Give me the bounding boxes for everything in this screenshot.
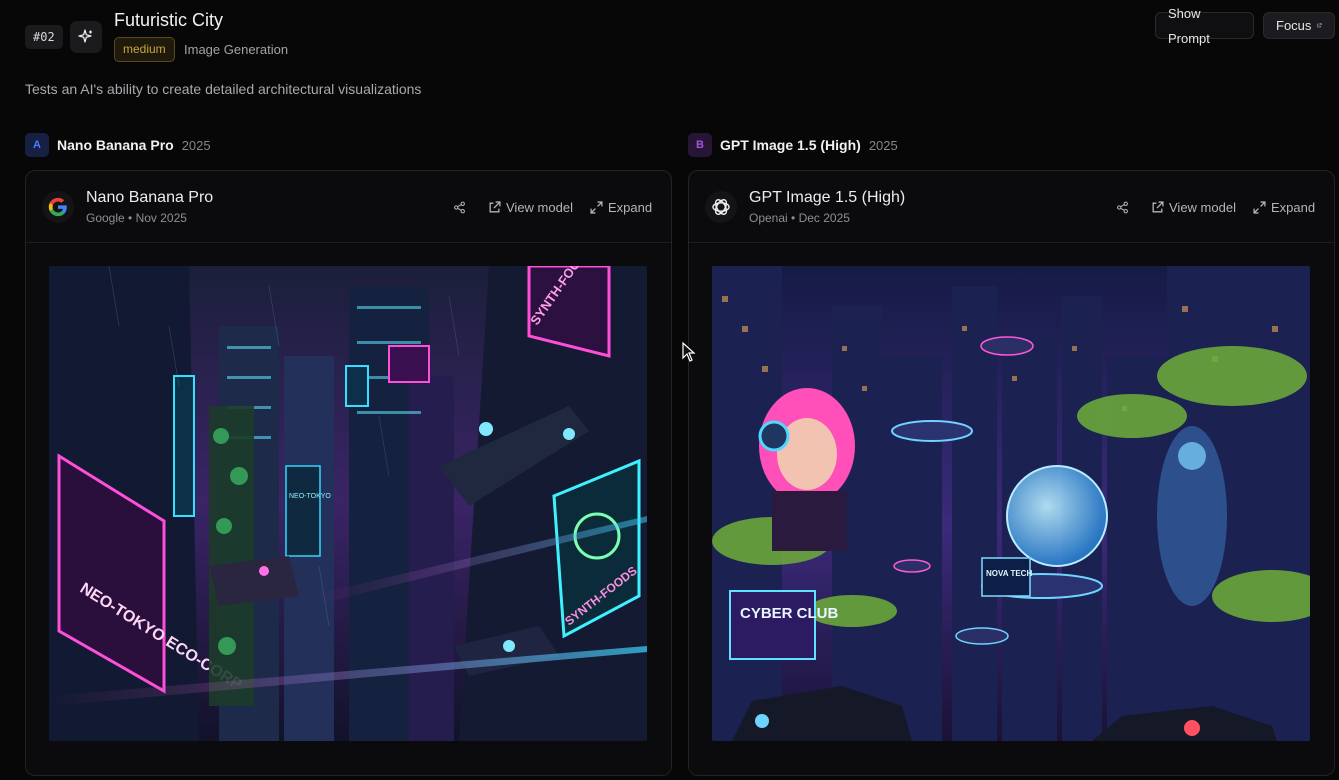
external-link-icon <box>1152 200 1164 212</box>
share-button[interactable] <box>453 197 466 217</box>
expand-icon <box>1253 200 1266 214</box>
column-model-name: Nano Banana Pro <box>57 137 174 153</box>
expand-label: Expand <box>1271 199 1316 215</box>
column-year: 2025 <box>868 137 898 153</box>
share-button[interactable] <box>1116 197 1129 217</box>
task-description: Tests an AI's ability to create detailed… <box>25 81 422 97</box>
sign-cyber-club: CYBER CLUB <box>740 605 839 622</box>
difficulty-badge: medium <box>114 37 175 62</box>
task-header: #02 Futuristic City medium Image Generat… <box>0 0 1339 70</box>
expand-button[interactable]: Expand <box>1253 197 1315 217</box>
view-model-button[interactable]: View model <box>488 197 573 217</box>
model-card-b: GPT Image 1.5 (High) Openai • Dec 2025 V… <box>688 170 1335 776</box>
column-letter-a: A <box>25 133 49 157</box>
task-number-badge: #02 <box>25 25 63 49</box>
generated-image-a[interactable]: NEO-TOKYO ECO-CORP SYNTH-FOODS SYNTH-FOO… <box>49 266 647 741</box>
sparkle-button[interactable] <box>70 21 102 53</box>
view-model-label: View model <box>506 199 573 215</box>
view-model-button[interactable]: View model <box>1151 197 1236 217</box>
model-card-a: Nano Banana Pro Google • Nov 2025 View m… <box>25 170 672 776</box>
mouse-cursor-icon <box>682 342 696 362</box>
category-label: Image Generation <box>184 42 289 57</box>
card-model-name: Nano Banana Pro <box>86 189 214 206</box>
expand-icon <box>590 200 603 214</box>
google-icon <box>42 191 74 223</box>
column-year: 2025 <box>181 137 211 153</box>
column-letter-b: B <box>688 133 712 157</box>
column-b-header: B GPT Image 1.5 (High) 2025 <box>688 133 898 157</box>
share-icon <box>1117 201 1128 213</box>
share-icon <box>454 201 465 213</box>
openai-icon <box>705 191 737 223</box>
expand-label: Expand <box>608 199 653 215</box>
view-model-label: View model <box>1169 199 1236 215</box>
card-model-name: GPT Image 1.5 (High) <box>749 189 906 206</box>
sparkle-icon <box>78 29 92 43</box>
card-model-meta: Google • Nov 2025 <box>86 211 187 225</box>
card-header: GPT Image 1.5 (High) Openai • Dec 2025 V… <box>689 171 1334 243</box>
card-model-meta: Openai • Dec 2025 <box>749 211 850 225</box>
show-prompt-label: Show Prompt <box>1168 5 1210 46</box>
sign-neo-tokyo-small: NEO-TOKYO <box>289 493 331 500</box>
column-model-name: GPT Image 1.5 (High) <box>720 137 861 153</box>
column-a-header: A Nano Banana Pro 2025 <box>25 133 211 157</box>
card-header: Nano Banana Pro Google • Nov 2025 View m… <box>26 171 671 243</box>
task-title: Futuristic City <box>114 10 224 30</box>
external-link-icon <box>1317 23 1322 28</box>
expand-button[interactable]: Expand <box>590 197 652 217</box>
external-link-icon <box>489 200 501 212</box>
generated-image-b[interactable]: CYBER CLUB NOVA TECH <box>712 266 1310 741</box>
focus-label: Focus <box>1276 18 1312 33</box>
focus-button[interactable]: Focus <box>1263 12 1335 39</box>
show-prompt-button[interactable]: Show Prompt <box>1155 6 1254 46</box>
sign-nova-tech: NOVA TECH <box>986 569 1032 578</box>
